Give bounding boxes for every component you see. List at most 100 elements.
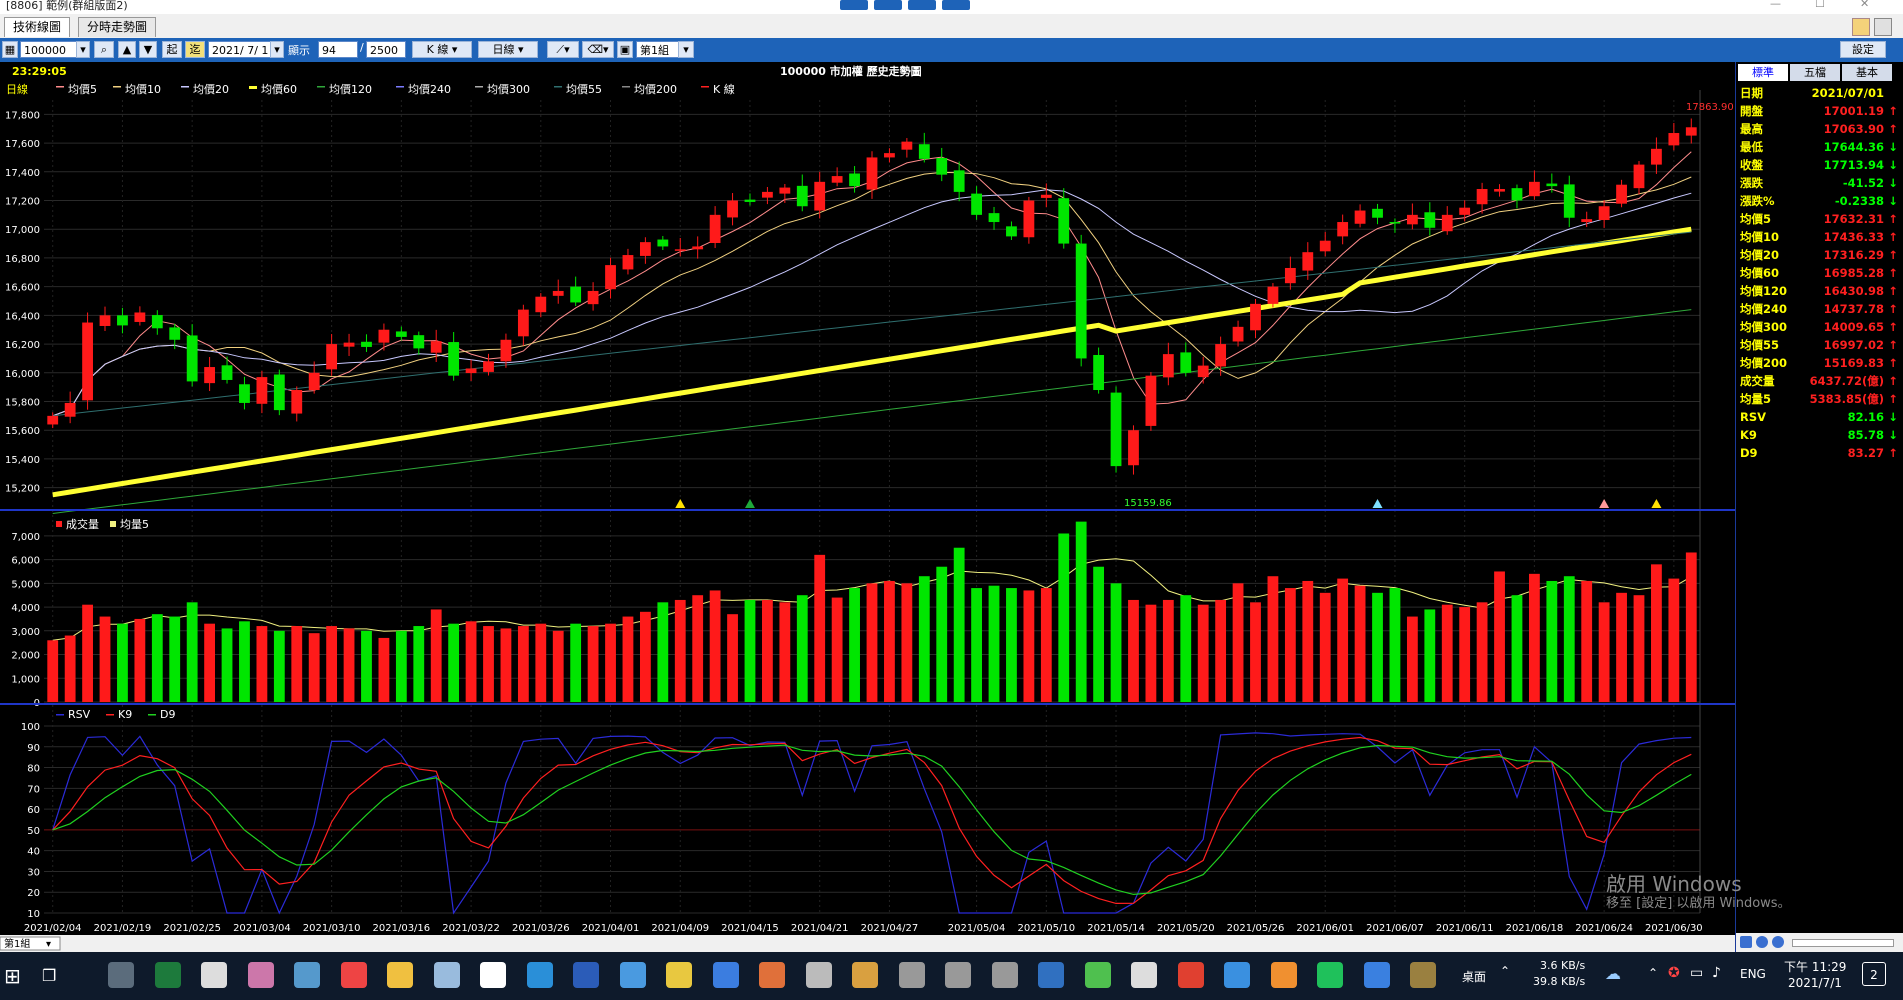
panel-tab-five-level[interactable]: 五檔 <box>1790 64 1840 81</box>
clock-time[interactable]: 下午 11:29 <box>1784 958 1846 975</box>
window-top-toolbar[interactable] <box>840 0 970 10</box>
quote-label: 均價55 <box>1740 338 1780 352</box>
symbol-dropdown-icon[interactable]: ▾ <box>76 41 90 58</box>
chart-type-label: K 線 <box>426 43 449 56</box>
app-icon[interactable] <box>898 962 925 988</box>
file-explorer-icon[interactable] <box>108 962 134 988</box>
app-icon[interactable] <box>991 962 1018 988</box>
bottom-group-dropdown-icon[interactable]: ▾ <box>46 939 51 950</box>
volume-bar <box>1441 604 1453 702</box>
document-icon[interactable] <box>480 962 506 988</box>
app-icon[interactable] <box>1131 962 1157 988</box>
eraser-icon[interactable]: ⌫▾ <box>582 41 614 58</box>
network-icon[interactable]: ▭ <box>1690 965 1703 981</box>
panel-tab-basic[interactable]: 基本 <box>1842 64 1892 81</box>
candle-body <box>395 331 407 337</box>
period-dropdown[interactable]: 日線 ▾ <box>478 41 538 58</box>
up-arrow-button[interactable]: ▲ <box>118 41 136 58</box>
zoom-out-icon[interactable] <box>1756 936 1768 948</box>
down-arrow-button[interactable]: ▼ <box>139 41 157 58</box>
candle-body <box>1563 184 1575 218</box>
app-icon[interactable] <box>945 962 971 988</box>
word-icon[interactable] <box>573 962 599 988</box>
volume-bar <box>413 626 425 702</box>
end-button[interactable]: 迄 <box>185 41 205 58</box>
snip-icon[interactable] <box>294 962 320 988</box>
app-icon[interactable] <box>712 962 739 988</box>
top-tool-icon[interactable] <box>908 0 936 10</box>
chart-scrollbar[interactable] <box>0 935 1735 952</box>
pin-icon[interactable] <box>1874 18 1892 36</box>
top-tool-icon[interactable] <box>942 0 970 10</box>
close-icon[interactable]: ✕ <box>1860 0 1869 10</box>
start-button[interactable]: 起 <box>162 41 182 58</box>
volume-bar <box>1267 576 1279 702</box>
app-icon[interactable] <box>759 962 785 988</box>
price-tick-label: 15,200 <box>5 484 40 495</box>
zoom-in-icon[interactable] <box>1740 936 1752 948</box>
app-icon[interactable] <box>1038 962 1064 988</box>
edge-icon[interactable] <box>526 962 553 988</box>
top-tool-icon[interactable] <box>840 0 868 10</box>
app-icon[interactable] <box>1363 962 1390 988</box>
clock-date[interactable]: 2021/7/1 <box>1788 976 1842 990</box>
panel-scroll-controls[interactable] <box>1736 933 1903 952</box>
store-icon[interactable] <box>619 962 646 988</box>
app-icon[interactable] <box>852 962 878 988</box>
stock-chart[interactable]: 15,200 15,400 15,600 15,800 16,000 16,200 16,4… <box>0 62 1735 952</box>
volume-bar <box>727 614 738 702</box>
chart-type-dropdown[interactable]: K 線 ▾ <box>412 41 472 58</box>
group-dropdown-icon[interactable]: ▾ <box>678 41 694 58</box>
windows-start-icon[interactable]: ⊞ <box>4 964 21 988</box>
total-count-input[interactable]: 2500 <box>366 41 406 58</box>
app-icon[interactable] <box>1177 962 1204 988</box>
app-icon[interactable] <box>1224 962 1250 988</box>
grid-icon[interactable]: ▣ <box>617 41 633 58</box>
app-icon[interactable] <box>666 962 692 988</box>
app-icon[interactable] <box>1084 962 1111 988</box>
paint-icon[interactable] <box>247 962 274 988</box>
draw-line-icon[interactable]: ⟋▾ <box>547 41 579 58</box>
zoom-slider[interactable] <box>1792 939 1894 947</box>
notification-center-icon[interactable]: 2 <box>1862 962 1886 986</box>
task-view-icon[interactable]: ❐ <box>42 966 56 985</box>
maximize-icon[interactable]: ☐ <box>1815 0 1825 10</box>
line-icon[interactable] <box>1317 962 1343 988</box>
onedrive-icon[interactable]: ☁ <box>1605 964 1621 983</box>
excel-icon[interactable] <box>154 962 181 988</box>
input-language[interactable]: ENG <box>1740 967 1766 981</box>
zoom-icon[interactable]: ⌕ <box>94 41 114 58</box>
volume-icon[interactable]: ♪ <box>1712 965 1721 981</box>
show-count-input[interactable]: 94 <box>318 41 358 58</box>
notepad-icon[interactable] <box>433 962 460 988</box>
candle-body <box>1006 226 1017 237</box>
chart-app-icon[interactable] <box>1410 962 1436 988</box>
tray-chevron-icon[interactable]: ⌃ <box>1648 966 1658 980</box>
desktop-toolbar-label[interactable]: 桌面 <box>1462 968 1486 985</box>
candle-body <box>866 157 878 190</box>
quote-value: 16430.98 <box>1823 284 1884 298</box>
tab-intraday-chart[interactable]: 分時走勢圖 <box>78 17 157 37</box>
list-icon[interactable]: ▦ <box>2 41 18 58</box>
chevron-up-icon[interactable]: ⌃ <box>1500 964 1510 978</box>
tab-technical-chart[interactable]: 技術線圖 <box>4 17 71 37</box>
security-icon[interactable]: ✪ <box>1668 965 1680 981</box>
volume-bar <box>151 614 163 702</box>
candle-body <box>64 402 76 417</box>
kd-tick-label: 100 <box>21 722 40 733</box>
reset-icon[interactable] <box>1772 936 1784 948</box>
minimize-icon[interactable]: — <box>1770 0 1781 10</box>
legend-label: 成交量 <box>66 517 99 531</box>
volume-bar <box>239 621 250 702</box>
period-indicator: 日線 <box>6 82 28 96</box>
date-dropdown-icon[interactable]: ▾ <box>270 41 284 58</box>
top-tool-icon[interactable] <box>874 0 902 10</box>
window-layout-icon[interactable] <box>1852 18 1870 36</box>
settings-button[interactable]: 設定 <box>1840 41 1886 58</box>
folder-icon[interactable] <box>387 962 413 988</box>
app-icon[interactable] <box>1270 962 1297 988</box>
app-icon[interactable] <box>805 962 832 988</box>
chrome-icon[interactable] <box>340 962 367 988</box>
sync-icon[interactable] <box>201 962 227 988</box>
panel-tab-standard[interactable]: 標準 <box>1738 64 1788 81</box>
